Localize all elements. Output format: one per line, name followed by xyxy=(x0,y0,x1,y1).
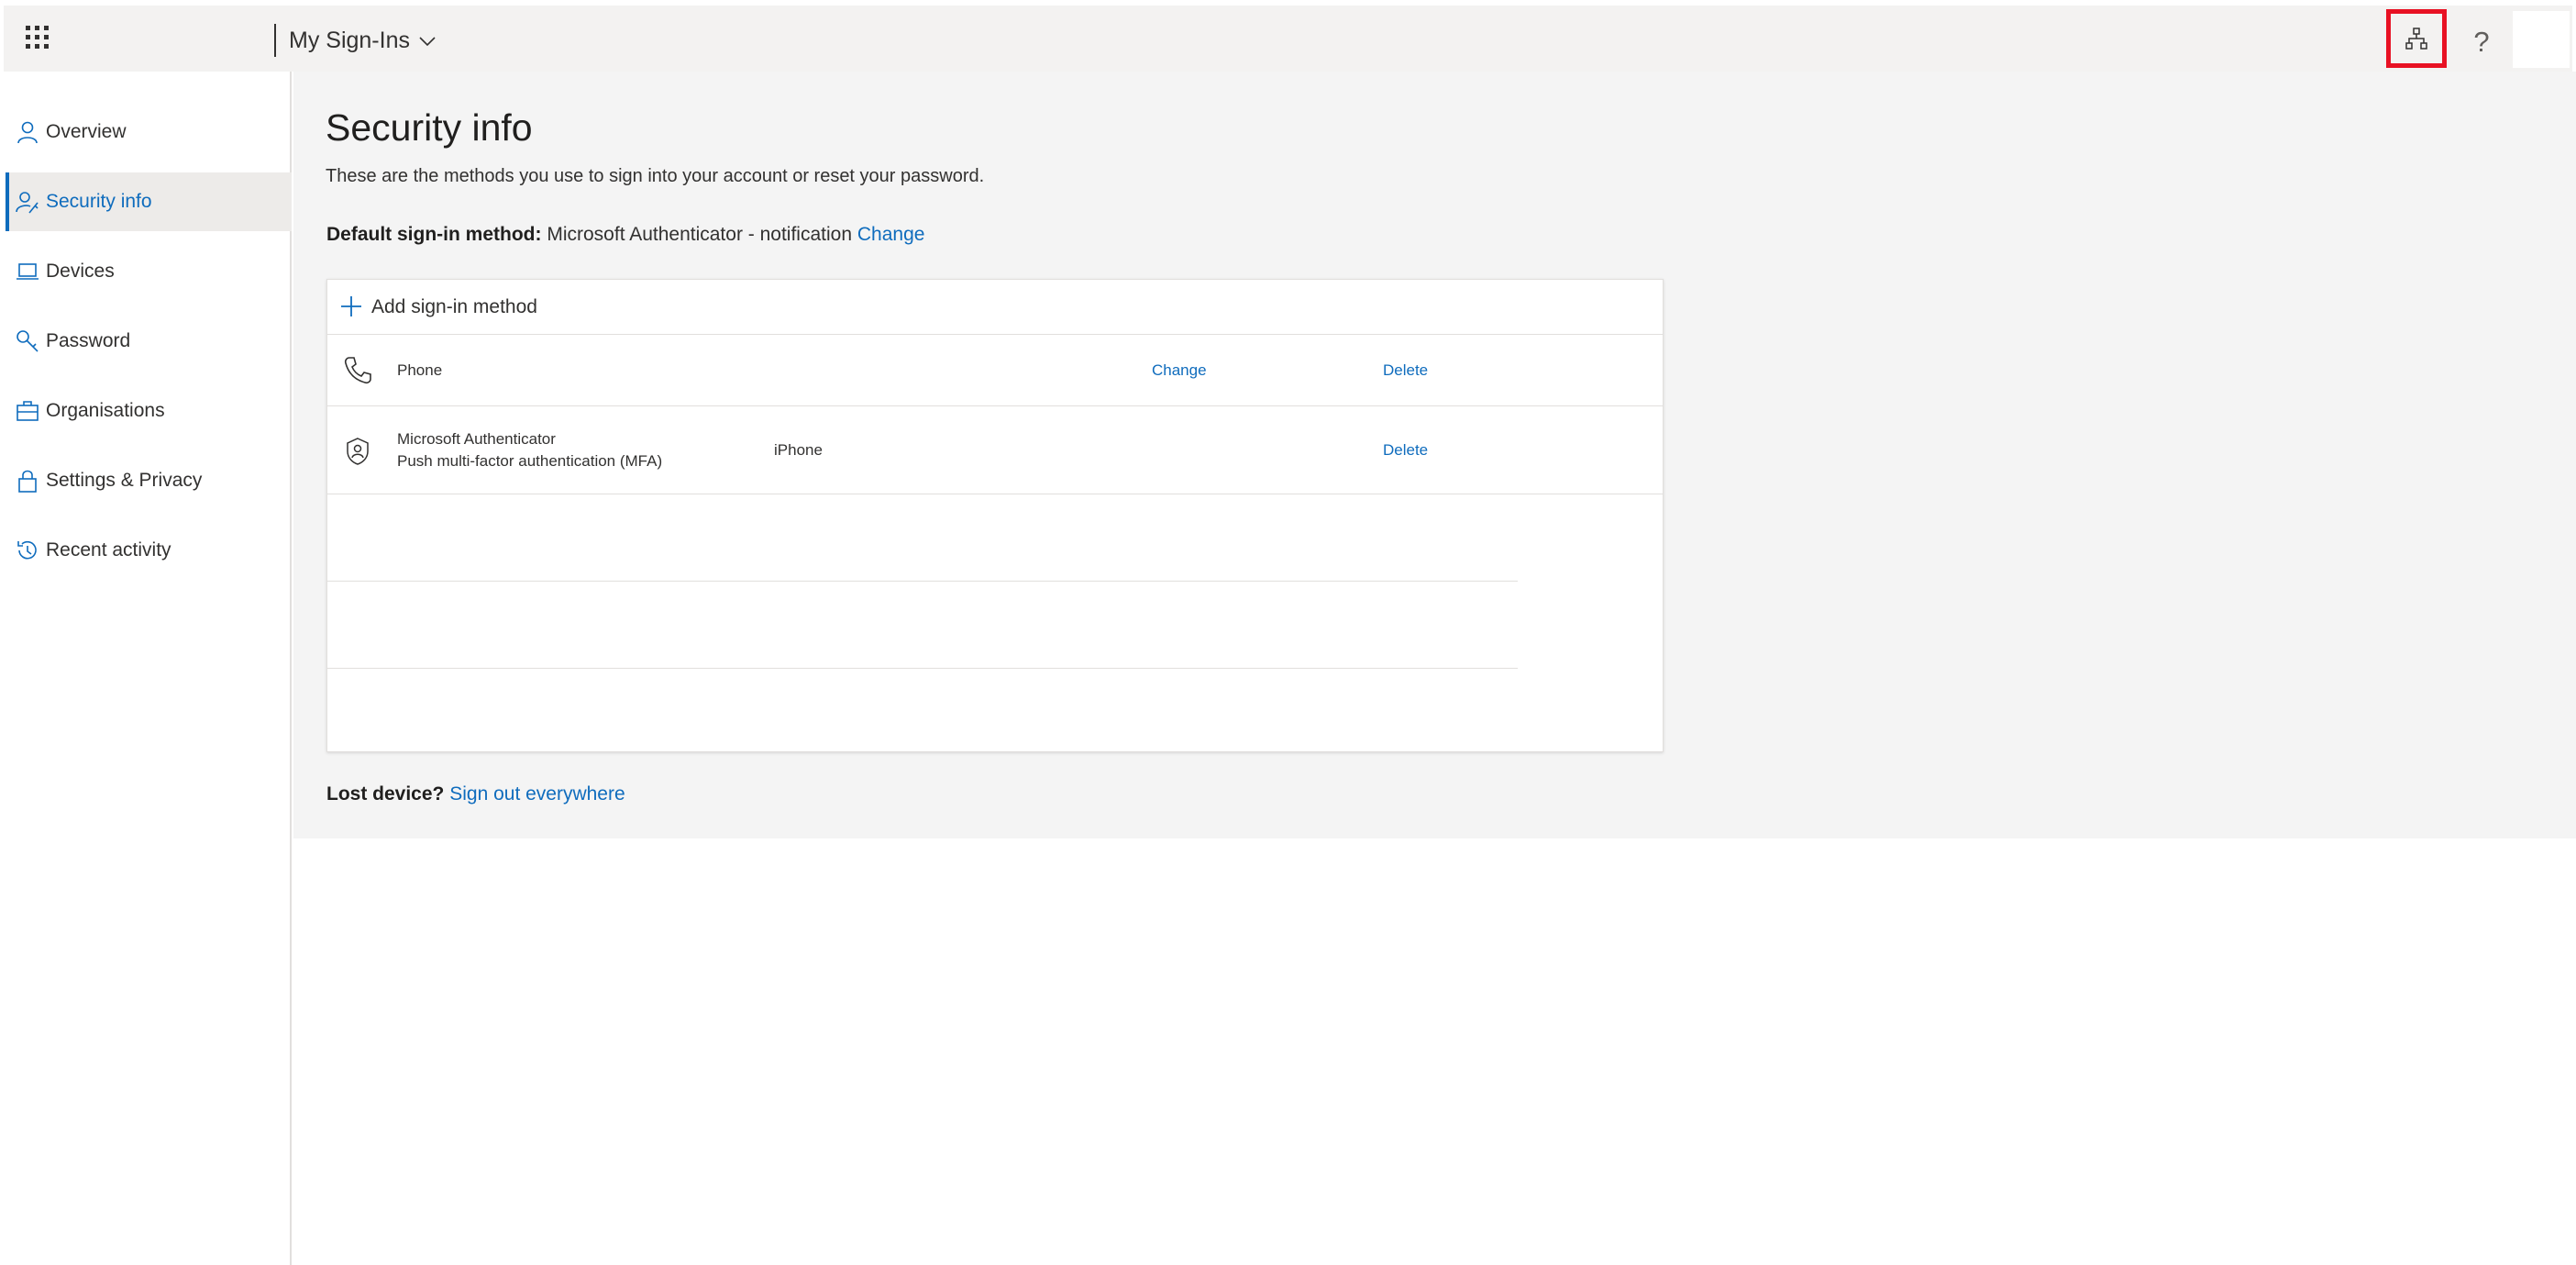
sidebar-item-security-info[interactable]: Security info xyxy=(6,172,292,231)
sidebar-item-overview[interactable]: Overview xyxy=(6,103,292,161)
lock-icon xyxy=(18,470,37,493)
sidebar-item-devices[interactable]: Devices xyxy=(6,242,292,301)
authenticator-icon xyxy=(347,438,369,465)
avatar[interactable] xyxy=(2513,11,2570,68)
row-divider xyxy=(327,668,1518,669)
method-row-authenticator: Microsoft Authenticator Push multi-facto… xyxy=(327,406,1663,494)
method-name: Phone xyxy=(397,361,443,379)
question-mark-icon: ? xyxy=(2473,26,2490,58)
sidebar-item-label: Overview xyxy=(46,121,127,142)
delete-phone-link[interactable]: Delete xyxy=(1383,361,1428,380)
sidebar: Overview Security info Devices Password … xyxy=(0,72,292,1265)
lost-device: Lost device? Sign out everywhere xyxy=(326,783,625,805)
plus-icon xyxy=(341,296,361,316)
sign-out-everywhere-link[interactable]: Sign out everywhere xyxy=(449,783,625,804)
default-method-value: Microsoft Authenticator - notification xyxy=(547,224,853,245)
sidebar-item-recent-activity[interactable]: Recent activity xyxy=(6,521,292,580)
key-icon xyxy=(17,330,39,352)
change-default-method-link[interactable]: Change xyxy=(857,224,925,245)
organization-icon xyxy=(2405,28,2427,50)
sidebar-item-label: Recent activity xyxy=(46,539,171,560)
sidebar-item-password[interactable]: Password xyxy=(6,312,292,371)
laptop-icon xyxy=(17,263,39,280)
help-button[interactable]: ? xyxy=(2461,22,2502,62)
sidebar-item-label: Security info xyxy=(46,191,152,212)
sidebar-item-label: Password xyxy=(46,330,131,351)
method-subtitle: Push multi-factor authentication (MFA) xyxy=(397,452,663,470)
delete-authenticator-link[interactable]: Delete xyxy=(1383,441,1428,460)
person-key-icon xyxy=(16,192,39,214)
sidebar-item-organisations[interactable]: Organisations xyxy=(6,382,292,440)
app-title-dropdown[interactable]: My Sign-Ins xyxy=(289,28,436,54)
phone-icon xyxy=(344,357,371,384)
default-method-label: Default sign-in method: xyxy=(326,224,542,245)
organization-switcher-button[interactable] xyxy=(2386,9,2447,68)
page-description: These are the methods you use to sign in… xyxy=(326,166,985,186)
briefcase-icon xyxy=(17,401,39,421)
default-sign-in-method: Default sign-in method: Microsoft Authen… xyxy=(326,224,924,246)
app-launcher-icon[interactable] xyxy=(26,26,51,51)
app-title: My Sign-Ins xyxy=(289,28,410,53)
sidebar-item-label: Devices xyxy=(46,261,115,282)
page-title: Security info xyxy=(326,106,533,149)
method-row-phone: Phone Change Delete xyxy=(327,335,1663,406)
method-name: Microsoft Authenticator xyxy=(397,430,556,448)
change-phone-link[interactable]: Change xyxy=(1152,361,1207,380)
person-icon xyxy=(17,121,38,144)
method-device: iPhone xyxy=(774,441,823,459)
chevron-down-icon xyxy=(419,36,436,46)
header-divider xyxy=(274,24,276,57)
top-header: My Sign-Ins ? xyxy=(4,6,2572,72)
sidebar-item-label: Settings & Privacy xyxy=(46,470,203,491)
sidebar-item-label: Organisations xyxy=(46,400,165,421)
main-content: Security info These are the methods you … xyxy=(293,72,2576,838)
sign-in-methods-card: Add sign-in method Phone Change Delete M… xyxy=(326,279,1664,752)
row-divider xyxy=(327,581,1518,582)
add-sign-in-method-button[interactable]: Add sign-in method xyxy=(327,280,1663,335)
lost-device-label: Lost device? xyxy=(326,783,445,804)
history-icon xyxy=(17,540,37,560)
add-sign-in-method-label: Add sign-in method xyxy=(371,296,537,317)
sidebar-item-settings-privacy[interactable]: Settings & Privacy xyxy=(6,451,292,510)
